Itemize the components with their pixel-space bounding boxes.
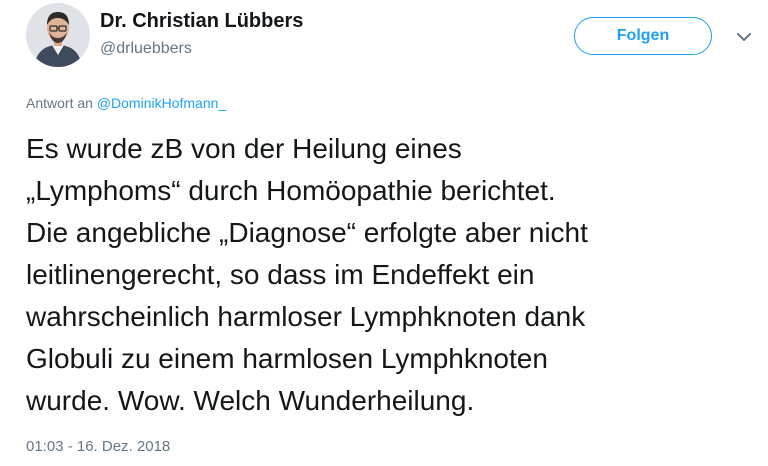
chevron-down-icon [737,33,751,41]
tweet-text-line: Globuli zu einem harmlosen Lymphknoten [26,343,548,374]
avatar-photo [26,3,90,67]
tweet-text-line: „Lymphoms“ durch Homöopathie berichtet. [26,175,556,206]
reply-context: Antwort an @DominikHofmann_ [26,95,226,111]
tweet-card: Dr. Christian Lübbers @drluebbers Folgen… [0,0,768,466]
tweet-text-line: leitlinengerecht, so dass im Endeffekt e… [26,259,535,290]
tweet-text: Es wurde zB von der Heilung eines „Lymph… [26,128,761,422]
tweet-text-line: Es wurde zB von der Heilung eines [26,133,462,164]
more-options-button[interactable] [734,27,754,47]
tweet-text-line: Die angebliche „Diagnose“ erfolgte aber … [26,217,588,248]
tweet-text-line: wurde. Wow. Welch Wunderheilung. [26,385,475,416]
author-display-name[interactable]: Dr. Christian Lübbers [100,10,303,33]
reply-context-prefix: Antwort an [26,95,93,111]
author-handle[interactable]: @drluebbers [100,40,192,58]
reply-mention-link[interactable]: @DominikHofmann_ [97,95,226,111]
tweet-timestamp[interactable]: 01:03 - 16. Dez. 2018 [26,438,170,455]
follow-button[interactable]: Folgen [574,17,712,55]
avatar[interactable] [26,3,90,67]
tweet-text-line: wahrscheinlich harmloser Lymphknoten dan… [26,301,586,332]
